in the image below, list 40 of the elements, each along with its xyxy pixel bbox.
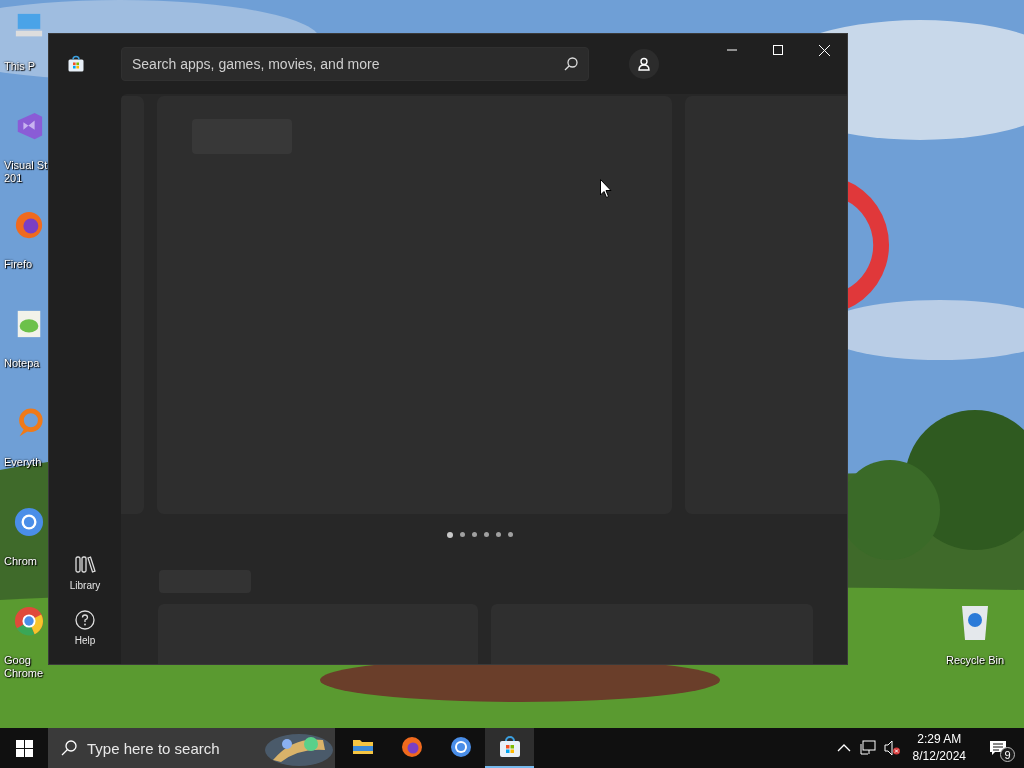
clock[interactable]: 2:29 AM 8/12/2024 — [906, 731, 972, 765]
maximize-icon — [773, 45, 783, 55]
icon-label: Firefo — [3, 258, 33, 271]
chromium-icon[interactable] — [14, 507, 44, 537]
icon-label: Chrome — [3, 667, 44, 680]
help-icon — [74, 609, 96, 631]
help-nav-item[interactable]: Help — [70, 607, 100, 648]
notification-count-badge: 9 — [1000, 747, 1015, 762]
icon-label: Recycle Bin — [945, 654, 1005, 667]
search-icon — [60, 739, 78, 757]
network-icon[interactable] — [858, 739, 877, 757]
icon-label: Chrom — [3, 555, 37, 568]
taskbar-search-field[interactable]: Type here to search — [87, 736, 237, 760]
chrome-icon[interactable] — [14, 606, 44, 636]
icon-label: 201 — [3, 172, 23, 185]
account-button[interactable] — [629, 49, 659, 79]
carousel-dot[interactable] — [472, 532, 477, 538]
search-field[interactable]: Search apps, games, movies, and more — [121, 47, 589, 81]
library-nav-item[interactable]: Library — [65, 552, 105, 593]
icon-label: Goog — [3, 654, 31, 667]
books-icon — [74, 554, 96, 576]
windows-logo-icon — [15, 739, 33, 757]
close-icon — [818, 44, 830, 56]
carousel-dot[interactable] — [460, 532, 465, 538]
store-logo-icon — [67, 55, 85, 73]
icon-label: Visual St — [3, 159, 48, 172]
icon-label: Notepa — [3, 357, 40, 370]
cursor-icon — [600, 179, 612, 199]
carousel-dot[interactable] — [484, 532, 489, 538]
carousel-dot[interactable] — [447, 532, 453, 539]
volume-muted-icon[interactable] — [882, 739, 901, 757]
carousel-dot[interactable] — [496, 532, 501, 538]
person-icon — [637, 57, 651, 71]
store-taskbar-icon[interactable] — [485, 728, 534, 768]
search-icon[interactable] — [563, 56, 579, 72]
carousel-dot[interactable] — [508, 532, 513, 538]
icon-label: This P — [3, 60, 36, 73]
notifications-button[interactable]: 9 — [978, 728, 1018, 768]
icon-label: Everyth — [3, 456, 42, 469]
taskbar-search-box[interactable]: Type here to search — [48, 728, 335, 768]
